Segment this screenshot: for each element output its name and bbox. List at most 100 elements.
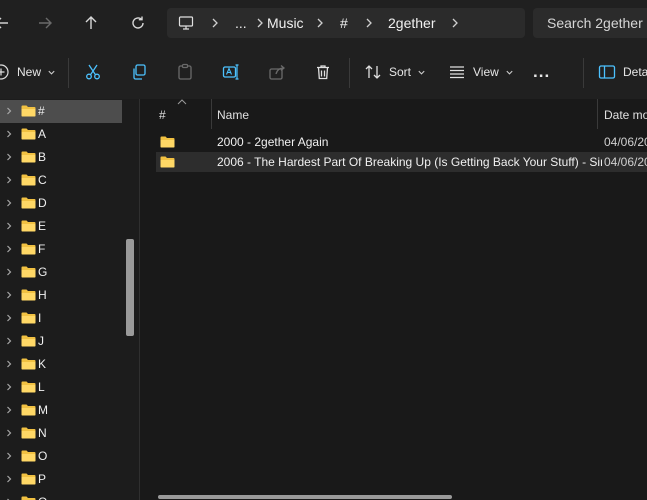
chevron-down-icon — [506, 70, 513, 75]
forward-button[interactable] — [31, 9, 59, 37]
file-list: # Name Date modified 2000 - 2gether Agai… — [140, 99, 647, 500]
chevron-right-icon[interactable] — [448, 16, 462, 30]
chevron-right-icon[interactable] — [4, 336, 14, 346]
chevron-right-icon[interactable] — [253, 16, 267, 30]
sidebar-folder-item[interactable]: A — [0, 123, 122, 146]
breadcrumb-overflow[interactable]: ... — [235, 8, 247, 38]
sidebar-folder-item[interactable]: G — [0, 261, 122, 284]
chevron-right-icon[interactable] — [4, 152, 14, 162]
sidebar-folder-label: C — [38, 173, 47, 187]
folder-icon — [21, 358, 36, 370]
folder-icon — [21, 174, 36, 186]
more-options-button[interactable]: ... — [533, 59, 550, 85]
sidebar-folder-item[interactable]: D — [0, 192, 122, 215]
sidebar-folder-item[interactable]: H — [0, 284, 122, 307]
sidebar-folder-item[interactable]: C — [0, 169, 122, 192]
chevron-right-icon[interactable] — [4, 359, 14, 369]
up-button[interactable] — [77, 9, 105, 37]
sort-button[interactable]: Sort — [364, 59, 426, 85]
chevron-right-icon[interactable] — [4, 175, 14, 185]
folder-icon — [21, 427, 36, 439]
chevron-right-icon[interactable] — [4, 244, 14, 254]
column-divider[interactable] — [597, 99, 598, 129]
sidebar-folder-item[interactable]: B — [0, 146, 122, 169]
sidebar-folder-label: I — [38, 311, 42, 325]
rename-icon — [222, 64, 239, 80]
view-button[interactable]: View — [448, 59, 514, 85]
search-input[interactable]: Search 2gether — [533, 8, 647, 38]
sidebar-folder-item[interactable]: J — [0, 330, 122, 353]
column-divider[interactable] — [211, 99, 212, 129]
chevron-right-icon[interactable] — [4, 382, 14, 392]
toolbar-divider — [68, 58, 69, 88]
navigation-pane[interactable]: # ABCDEFGHIJKLMNOPQ — [0, 99, 140, 500]
sidebar-folder-item[interactable]: # — [0, 100, 122, 123]
sidebar-folder-label: E — [38, 219, 47, 233]
sidebar-folder-label: J — [38, 334, 44, 348]
copy-icon — [133, 64, 146, 80]
sidebar-folder-item[interactable]: O — [0, 445, 122, 468]
refresh-button[interactable] — [124, 9, 152, 37]
chevron-right-icon[interactable] — [4, 221, 14, 231]
delete-button[interactable] — [314, 59, 332, 85]
file-list-row[interactable]: 2000 - 2gether Again 04/06/2023 — [156, 132, 647, 152]
column-header-number[interactable]: # — [159, 101, 166, 129]
sidebar-folder-item[interactable]: E — [0, 215, 122, 238]
file-list-row[interactable]: 2006 - The Hardest Part Of Breaking Up (… — [156, 152, 647, 172]
sidebar-folder-item[interactable]: N — [0, 422, 122, 445]
share-button[interactable] — [268, 59, 286, 85]
column-header-date-modified[interactable]: Date modified — [604, 101, 647, 129]
chevron-right-icon[interactable] — [313, 16, 327, 30]
scissors-icon — [86, 64, 100, 80]
chevron-right-icon[interactable] — [4, 405, 14, 415]
breadcrumb-music[interactable]: Music — [267, 8, 304, 38]
horizontal-scrollbar-thumb[interactable] — [158, 495, 452, 499]
details-button[interactable]: Details — [598, 59, 647, 85]
folder-icon — [21, 450, 36, 462]
forward-arrow-icon — [39, 17, 52, 29]
breadcrumb[interactable]: ... Music # 2gether — [167, 8, 525, 38]
plus-circle-icon — [0, 64, 9, 80]
copy-button[interactable] — [130, 59, 148, 85]
sidebar-folder-item[interactable]: F — [0, 238, 122, 261]
chevron-right-icon[interactable] — [4, 474, 14, 484]
sidebar-folder-item[interactable]: Q — [0, 491, 122, 500]
sidebar-folder-item[interactable]: P — [0, 468, 122, 491]
command-bar: New Sort View ... Details — [0, 46, 647, 100]
chevron-right-icon[interactable] — [4, 198, 14, 208]
sidebar-folder-item[interactable]: I — [0, 307, 122, 330]
chevron-right-icon[interactable] — [4, 290, 14, 300]
breadcrumb-2gether[interactable]: 2gether — [388, 8, 435, 38]
chevron-right-icon[interactable] — [4, 313, 14, 323]
sidebar-folder-item[interactable]: L — [0, 376, 122, 399]
rename-button[interactable] — [222, 59, 240, 85]
chevron-right-icon[interactable] — [362, 16, 376, 30]
sort-label: Sort — [389, 65, 412, 79]
sidebar-folder-label: G — [38, 265, 48, 279]
refresh-icon — [132, 16, 144, 29]
up-arrow-icon — [85, 16, 97, 29]
file-date-modified: 04/06/2023 — [604, 155, 647, 169]
sidebar-scrollbar-thumb[interactable] — [126, 239, 134, 336]
folder-icon — [21, 312, 36, 324]
chevron-right-icon[interactable] — [4, 129, 14, 139]
folder-icon — [21, 496, 36, 500]
cut-button[interactable] — [84, 59, 102, 85]
file-name: 2000 - 2gether Again — [217, 135, 329, 149]
chevron-right-icon[interactable] — [4, 106, 14, 116]
chevron-right-icon[interactable] — [4, 428, 14, 438]
new-button[interactable]: New — [0, 59, 56, 85]
paste-button[interactable] — [176, 59, 194, 85]
folder-icon — [21, 220, 36, 232]
this-pc-monitor-icon[interactable] — [178, 15, 194, 31]
chevron-right-icon[interactable] — [4, 267, 14, 277]
breadcrumb-hash[interactable]: # — [340, 8, 348, 38]
back-button[interactable] — [0, 9, 16, 37]
sidebar-folder-item[interactable]: M — [0, 399, 122, 422]
chevron-right-icon[interactable] — [208, 16, 222, 30]
column-header-name[interactable]: Name — [217, 101, 249, 129]
sidebar-folder-item[interactable]: K — [0, 353, 122, 376]
chevron-right-icon[interactable] — [4, 451, 14, 461]
sidebar-folder-label: O — [38, 449, 48, 463]
sidebar-folder-label: F — [38, 242, 46, 256]
